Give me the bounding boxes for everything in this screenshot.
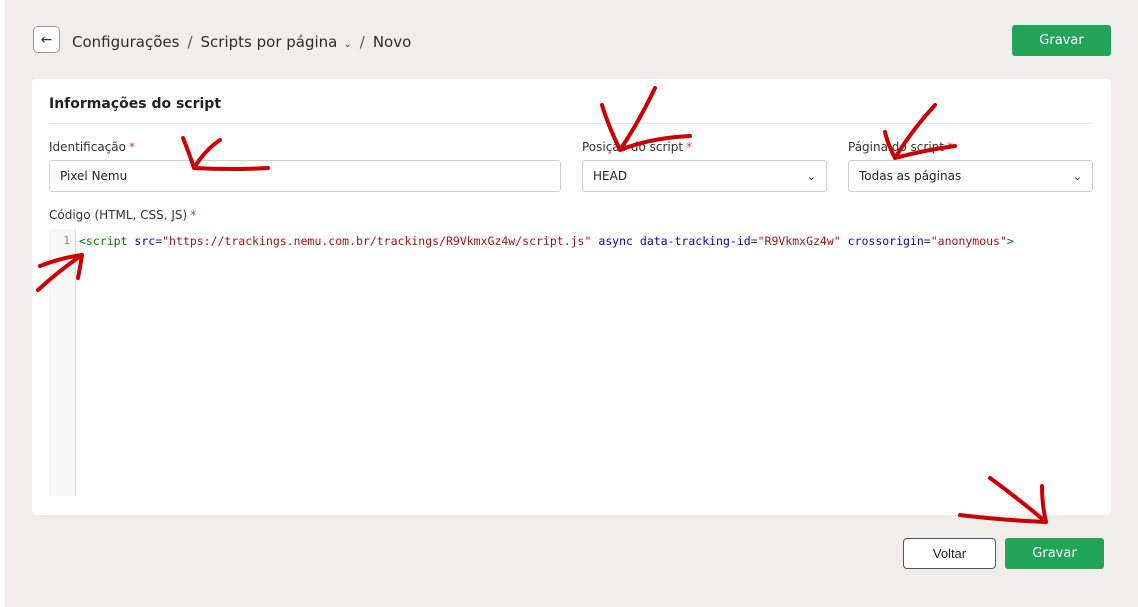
required-marker: * — [190, 208, 197, 222]
breadcrumb-configuracoes[interactable]: Configurações — [72, 33, 179, 51]
chevron-down-icon: ⌄ — [343, 39, 352, 50]
back-button[interactable]: ← — [33, 26, 60, 53]
pagina-label: Página do script * — [848, 140, 953, 154]
breadcrumb-separator: / — [359, 33, 365, 51]
back-footer-button[interactable]: Voltar — [903, 538, 996, 569]
breadcrumb-scripts-label: Scripts por página — [200, 33, 338, 51]
chevron-down-icon: ⌄ — [1072, 169, 1082, 183]
script-info-card: Informações do script Identificação * Pix… — [32, 79, 1111, 515]
identificacao-label: Identificação * — [49, 140, 135, 154]
posicao-value: HEAD — [593, 169, 628, 183]
line-number: 1 — [49, 229, 76, 496]
pagina-select[interactable]: Todas as páginas ⌄ — [848, 160, 1093, 192]
required-marker: * — [686, 140, 693, 154]
code-editor[interactable]: 1 <script src="https://trackings.nemu.co… — [49, 229, 1092, 496]
card-title: Informações do script — [49, 96, 222, 112]
posicao-select[interactable]: HEAD ⌄ — [582, 160, 827, 192]
codigo-label: Código (HTML, CSS, JS) * — [49, 208, 197, 222]
save-button-top[interactable]: Gravar — [1012, 25, 1111, 56]
breadcrumb-separator: / — [187, 33, 193, 51]
arrow-left-icon: ← — [40, 31, 53, 48]
pagina-value: Todas as páginas — [859, 169, 962, 183]
chevron-down-icon: ⌄ — [806, 169, 816, 183]
left-edge — [0, 0, 5, 607]
required-marker: * — [947, 140, 953, 154]
breadcrumb-novo: Novo — [372, 33, 412, 51]
required-marker: * — [129, 140, 135, 154]
posicao-label: Posição do script * — [582, 140, 693, 154]
save-button-bottom[interactable]: Gravar — [1005, 538, 1104, 569]
breadcrumb: Configurações / Scripts por página ⌄ / No… — [72, 31, 411, 53]
card-divider — [49, 123, 1092, 124]
identificacao-value: Pixel Nemu — [60, 169, 128, 183]
identificacao-input[interactable]: Pixel Nemu — [49, 160, 561, 192]
code-line[interactable]: <script src="https://trackings.nemu.com.… — [79, 229, 1092, 496]
breadcrumb-scripts-por-pagina[interactable]: Scripts por página ⌄ — [201, 33, 352, 51]
